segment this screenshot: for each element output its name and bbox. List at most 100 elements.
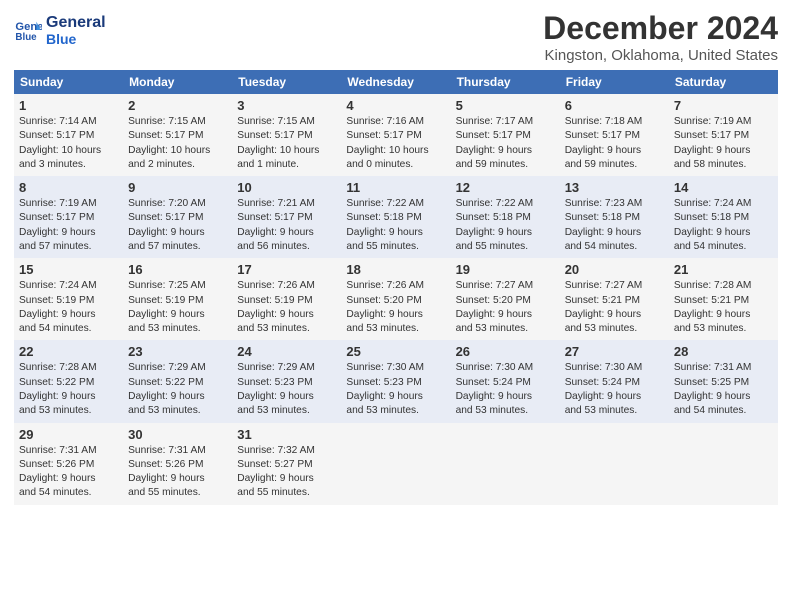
day-info: Sunrise: 7:29 AMSunset: 5:23 PMDaylight:… (237, 361, 336, 418)
day-info: Sunrise: 7:29 AMSunset: 5:22 PMDaylight:… (128, 361, 227, 418)
logo-text-line1: General (46, 14, 106, 32)
day-info: Sunrise: 7:20 AMSunset: 5:17 PMDaylight:… (128, 197, 227, 254)
day-cell-5: 5Sunrise: 7:17 AMSunset: 5:17 PMDaylight… (451, 94, 560, 176)
header: General Blue General Blue December 2024 … (14, 10, 778, 64)
day-number: 14 (674, 180, 773, 195)
calendar-table: SundayMondayTuesdayWednesdayThursdayFrid… (14, 70, 778, 505)
day-info: Sunrise: 7:26 AMSunset: 5:20 PMDaylight:… (346, 279, 445, 336)
col-header-thursday: Thursday (451, 70, 560, 94)
week-row-3: 15 Sunrise: 7:24 AMSunset: 5:19 PMDayligh… (14, 258, 778, 340)
day-cell-13: 13 Sunrise: 7:23 AMSunset: 5:18 PMDayligh… (560, 176, 669, 258)
day-number: 23 (128, 344, 227, 359)
day-number: 22 (19, 344, 118, 359)
empty-cell (560, 423, 669, 505)
day-info: Sunrise: 7:24 AMSunset: 5:18 PMDaylight:… (674, 197, 773, 254)
day-cell-29: 29 Sunrise: 7:31 AMSunset: 5:26 PMDayligh… (14, 423, 123, 505)
day-number: 11 (346, 180, 445, 195)
day-cell-11: 11 Sunrise: 7:22 AMSunset: 5:18 PMDayligh… (341, 176, 450, 258)
subtitle: Kingston, Oklahoma, United States (543, 47, 778, 64)
day-number: 16 (128, 262, 227, 277)
day-cell-8: 8Sunrise: 7:19 AMSunset: 5:17 PMDaylight… (14, 176, 123, 258)
day-number: 30 (128, 427, 227, 442)
day-cell-22: 22 Sunrise: 7:28 AMSunset: 5:22 PMDayligh… (14, 340, 123, 422)
day-cell-1: 1Sunrise: 7:14 AMSunset: 5:17 PMDaylight… (14, 94, 123, 176)
logo-text-line2: Blue (46, 32, 106, 47)
day-info: Sunrise: 7:22 AMSunset: 5:18 PMDaylight:… (346, 197, 445, 254)
day-number: 29 (19, 427, 118, 442)
day-number: 5 (456, 98, 555, 113)
day-cell-30: 30 Sunrise: 7:31 AMSunset: 5:26 PMDayligh… (123, 423, 232, 505)
day-cell-28: 28Sunrise: 7:31 AMSunset: 5:25 PMDayligh… (669, 340, 778, 422)
day-cell-23: 23 Sunrise: 7:29 AMSunset: 5:22 PMDayligh… (123, 340, 232, 422)
day-number: 17 (237, 262, 336, 277)
week-row-5: 29 Sunrise: 7:31 AMSunset: 5:26 PMDayligh… (14, 423, 778, 505)
day-info: Sunrise: 7:19 AMSunset: 5:17 PMDaylight:… (674, 115, 773, 172)
day-info: Sunrise: 7:30 AMSunset: 5:23 PMDaylight:… (346, 361, 445, 418)
day-number: 24 (237, 344, 336, 359)
day-cell-18: 18 Sunrise: 7:26 AMSunset: 5:20 PMDayligh… (341, 258, 450, 340)
day-number: 26 (456, 344, 555, 359)
day-info: Sunrise: 7:27 AMSunset: 5:21 PMDaylight:… (565, 279, 664, 336)
day-cell-9: 9Sunrise: 7:20 AMSunset: 5:17 PMDaylight… (123, 176, 232, 258)
day-number: 13 (565, 180, 664, 195)
day-info: Sunrise: 7:31 AMSunset: 5:26 PMDaylight:… (19, 444, 118, 501)
day-number: 25 (346, 344, 445, 359)
day-number: 2 (128, 98, 227, 113)
day-cell-25: 25 Sunrise: 7:30 AMSunset: 5:23 PMDayligh… (341, 340, 450, 422)
day-info: Sunrise: 7:25 AMSunset: 5:19 PMDaylight:… (128, 279, 227, 336)
day-info: Sunrise: 7:16 AMSunset: 5:17 PMDaylight:… (346, 115, 445, 172)
day-cell-20: 20Sunrise: 7:27 AMSunset: 5:21 PMDayligh… (560, 258, 669, 340)
day-number: 31 (237, 427, 336, 442)
day-info: Sunrise: 7:32 AMSunset: 5:27 PMDaylight:… (237, 444, 336, 501)
day-info: Sunrise: 7:30 AMSunset: 5:24 PMDaylight:… (565, 361, 664, 418)
day-cell-3: 3Sunrise: 7:15 AMSunset: 5:17 PMDaylight… (232, 94, 341, 176)
day-info: Sunrise: 7:30 AMSunset: 5:24 PMDaylight:… (456, 361, 555, 418)
day-info: Sunrise: 7:31 AMSunset: 5:25 PMDaylight:… (674, 361, 773, 418)
header-row: SundayMondayTuesdayWednesdayThursdayFrid… (14, 70, 778, 94)
day-info: Sunrise: 7:24 AMSunset: 5:19 PMDaylight:… (19, 279, 118, 336)
col-header-friday: Friday (560, 70, 669, 94)
day-info: Sunrise: 7:28 AMSunset: 5:22 PMDaylight:… (19, 361, 118, 418)
day-info: Sunrise: 7:31 AMSunset: 5:26 PMDaylight:… (128, 444, 227, 501)
day-cell-4: 4Sunrise: 7:16 AMSunset: 5:17 PMDaylight… (341, 94, 450, 176)
week-row-4: 22 Sunrise: 7:28 AMSunset: 5:22 PMDayligh… (14, 340, 778, 422)
day-info: Sunrise: 7:15 AMSunset: 5:17 PMDaylight:… (237, 115, 336, 172)
day-info: Sunrise: 7:26 AMSunset: 5:19 PMDaylight:… (237, 279, 336, 336)
day-cell-6: 6 Sunrise: 7:18 AMSunset: 5:17 PMDaylight… (560, 94, 669, 176)
logo: General Blue General Blue (14, 14, 106, 47)
day-cell-15: 15 Sunrise: 7:24 AMSunset: 5:19 PMDayligh… (14, 258, 123, 340)
day-number: 18 (346, 262, 445, 277)
empty-cell (451, 423, 560, 505)
week-row-2: 8Sunrise: 7:19 AMSunset: 5:17 PMDaylight… (14, 176, 778, 258)
day-info: Sunrise: 7:14 AMSunset: 5:17 PMDaylight:… (19, 115, 118, 172)
day-number: 12 (456, 180, 555, 195)
day-number: 15 (19, 262, 118, 277)
col-header-wednesday: Wednesday (341, 70, 450, 94)
day-info: Sunrise: 7:18 AMSunset: 5:17 PMDaylight:… (565, 115, 664, 172)
day-info: Sunrise: 7:22 AMSunset: 5:18 PMDaylight:… (456, 197, 555, 254)
day-cell-14: 14 Sunrise: 7:24 AMSunset: 5:18 PMDayligh… (669, 176, 778, 258)
col-header-tuesday: Tuesday (232, 70, 341, 94)
title-block: December 2024 Kingston, Oklahoma, United… (543, 10, 778, 64)
day-cell-16: 16 Sunrise: 7:25 AMSunset: 5:19 PMDayligh… (123, 258, 232, 340)
week-row-1: 1Sunrise: 7:14 AMSunset: 5:17 PMDaylight… (14, 94, 778, 176)
day-info: Sunrise: 7:23 AMSunset: 5:18 PMDaylight:… (565, 197, 664, 254)
day-number: 6 (565, 98, 664, 113)
svg-text:Blue: Blue (15, 32, 37, 43)
day-cell-10: 10Sunrise: 7:21 AMSunset: 5:17 PMDayligh… (232, 176, 341, 258)
day-cell-7: 7 Sunrise: 7:19 AMSunset: 5:17 PMDaylight… (669, 94, 778, 176)
empty-cell (341, 423, 450, 505)
day-cell-31: 31 Sunrise: 7:32 AMSunset: 5:27 PMDayligh… (232, 423, 341, 505)
day-cell-24: 24 Sunrise: 7:29 AMSunset: 5:23 PMDayligh… (232, 340, 341, 422)
day-info: Sunrise: 7:15 AMSunset: 5:17 PMDaylight:… (128, 115, 227, 172)
day-number: 19 (456, 262, 555, 277)
day-number: 7 (674, 98, 773, 113)
day-cell-17: 17 Sunrise: 7:26 AMSunset: 5:19 PMDayligh… (232, 258, 341, 340)
day-number: 27 (565, 344, 664, 359)
day-number: 21 (674, 262, 773, 277)
day-info: Sunrise: 7:27 AMSunset: 5:20 PMDaylight:… (456, 279, 555, 336)
day-info: Sunrise: 7:19 AMSunset: 5:17 PMDaylight:… (19, 197, 118, 254)
day-number: 10 (237, 180, 336, 195)
empty-cell (669, 423, 778, 505)
col-header-sunday: Sunday (14, 70, 123, 94)
